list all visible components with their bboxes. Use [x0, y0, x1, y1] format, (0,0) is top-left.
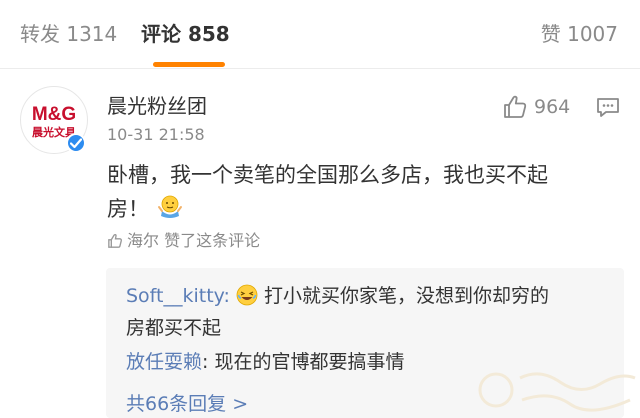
- liked-by-note: 海尔 赞了这条评论: [107, 230, 260, 252]
- thumbs-up-small-icon: [108, 233, 123, 248]
- comment-text-line1: 卧槽，我一个卖笔的全国那么多店，我也买不起: [107, 163, 548, 187]
- liked-by-text: 海尔 赞了这条评论: [127, 231, 261, 250]
- reply-item: Soft__kitty: 打小就买你家笔，没想到你却穷的: [126, 280, 549, 312]
- like-count: 964: [534, 96, 571, 118]
- comment-timestamp: 10-31 21:58: [107, 125, 205, 144]
- reply-text-continued: 房都买不起: [126, 317, 222, 339]
- active-tab-indicator: [153, 62, 225, 67]
- reply-item: 放任耍赖: 现在的官博都要搞事情: [126, 346, 404, 378]
- comment-text-line2-text: 房！: [107, 197, 149, 221]
- reply-text: 打小就买你家笔，没想到你却穷的: [264, 285, 550, 307]
- more-replies-link[interactable]: 共66条回复 >: [126, 388, 248, 418]
- verified-icon: [66, 133, 86, 153]
- thumbs-up-icon: [504, 95, 527, 118]
- tab-bar: 转发 1314 评论 858 赞 1007: [0, 0, 640, 69]
- reply-separator: :: [223, 285, 230, 307]
- tab-repost[interactable]: 转发 1314: [20, 20, 117, 48]
- watermark-graphic: [478, 372, 636, 412]
- shrug-emoji: [158, 195, 182, 218]
- comment-text: 卧槽，我一个卖笔的全国那么多店，我也买不起 房！: [107, 158, 607, 226]
- comments-page: 转发 1314 评论 858 赞 1007 M&G 晨光文具 晨光粉丝团 10-…: [0, 0, 640, 418]
- reply-author[interactable]: 放任耍赖: [126, 351, 202, 373]
- tab-comments[interactable]: 评论 858: [141, 20, 230, 48]
- tab-likes[interactable]: 赞 1007: [541, 20, 618, 48]
- reply-author[interactable]: Soft__kitty: [126, 285, 224, 307]
- reply-text: 现在的官博都要搞事情: [208, 351, 405, 373]
- comment-text-line2: 房！: [107, 192, 607, 226]
- laughing-emoji: [236, 284, 258, 306]
- logo-text: M&G: [32, 104, 76, 125]
- comment-username[interactable]: 晨光粉丝团: [107, 92, 207, 120]
- reply-icon[interactable]: [596, 96, 620, 118]
